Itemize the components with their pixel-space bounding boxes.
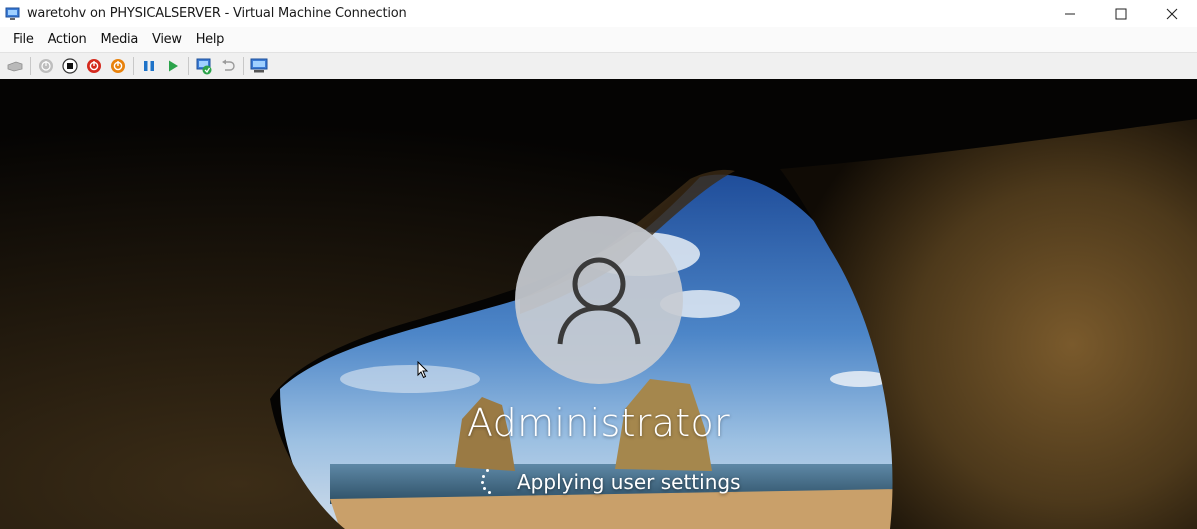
turn-off-button[interactable] [58, 55, 82, 77]
enhanced-session-button[interactable] [247, 55, 271, 77]
user-name: Administrator [467, 401, 730, 445]
resume-icon [169, 60, 178, 72]
save-button[interactable] [106, 55, 130, 77]
revert-button[interactable] [216, 55, 240, 77]
toolbar [0, 52, 1197, 79]
save-icon [111, 59, 125, 73]
start-icon [39, 59, 53, 73]
status-row: Applying user settings [478, 469, 741, 495]
minimize-button[interactable] [1044, 0, 1095, 27]
menu-view[interactable]: View [145, 30, 189, 49]
loading-spinner-icon [478, 469, 498, 495]
toolbar-separator [133, 57, 134, 75]
checkpoint-icon [196, 58, 212, 75]
close-button[interactable] [1146, 0, 1197, 27]
pause-icon [144, 61, 154, 71]
avatar [515, 216, 683, 384]
maximize-icon [1115, 8, 1126, 19]
start-button[interactable] [34, 55, 58, 77]
window-title: waretohv on PHYSICALSERVER - Virtual Mac… [27, 6, 407, 21]
minimize-icon [1064, 13, 1075, 14]
ctrl-alt-del-icon [7, 61, 23, 72]
pause-button[interactable] [137, 55, 161, 77]
toolbar-separator [188, 57, 189, 75]
menu-bar: File Action Media View Help [0, 27, 1197, 52]
title-bar[interactable]: waretohv on PHYSICALSERVER - Virtual Mac… [0, 0, 1197, 27]
user-icon [557, 257, 641, 345]
menu-help[interactable]: Help [189, 30, 231, 49]
maximize-button[interactable] [1095, 0, 1146, 27]
vm-connection-icon [5, 6, 21, 22]
toolbar-separator [30, 57, 31, 75]
menu-file[interactable]: File [6, 30, 41, 49]
enhanced-session-icon [250, 58, 268, 73]
resume-button[interactable] [161, 55, 185, 77]
status-message: Applying user settings [517, 470, 741, 494]
menu-media[interactable]: Media [93, 30, 145, 49]
shutdown-icon [87, 59, 101, 73]
vm-display[interactable]: Administrator Applying user settings [0, 79, 1197, 529]
revert-icon [222, 59, 235, 71]
toolbar-separator [243, 57, 244, 75]
close-icon [1166, 8, 1177, 19]
mouse-cursor-icon [417, 361, 429, 379]
shutdown-button[interactable] [82, 55, 106, 77]
menu-action[interactable]: Action [41, 30, 94, 49]
turn-off-icon [62, 58, 78, 74]
ctrl-alt-del-button[interactable] [3, 55, 27, 77]
checkpoint-button[interactable] [192, 55, 216, 77]
